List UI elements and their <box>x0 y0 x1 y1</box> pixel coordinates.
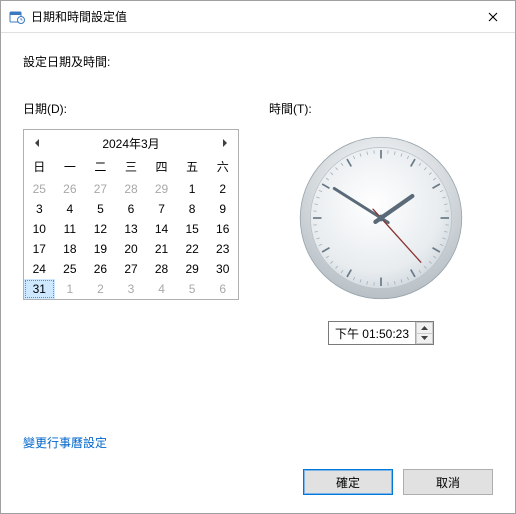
calendar-day[interactable]: 29 <box>146 179 177 199</box>
calendar-day[interactable]: 20 <box>116 239 147 259</box>
cancel-button[interactable]: 取消 <box>403 469 493 495</box>
calendar-dow: 一 <box>55 156 86 179</box>
calendar-day[interactable]: 14 <box>146 219 177 239</box>
footer: 確定 取消 <box>1 469 515 513</box>
calendar-day[interactable]: 8 <box>177 199 208 219</box>
calendar-day[interactable]: 17 <box>24 239 55 259</box>
close-button[interactable] <box>471 2 515 32</box>
time-spinner <box>415 322 433 344</box>
calendar-day[interactable]: 25 <box>24 179 55 199</box>
calendar-day[interactable]: 21 <box>146 239 177 259</box>
content-row: 日期(D): 2024年3月 日一二三四五六252627282912345678… <box>23 100 493 345</box>
time-spin-down[interactable] <box>416 333 433 345</box>
calendar: 2024年3月 日一二三四五六2526272829123456789101112… <box>23 129 239 300</box>
change-calendar-settings-link[interactable]: 變更行事曆設定 <box>23 434 493 451</box>
calendar-header: 2024年3月 <box>24 130 238 156</box>
datetime-icon <box>9 9 25 25</box>
calendar-day[interactable]: 6 <box>116 199 147 219</box>
calendar-day[interactable]: 5 <box>85 199 116 219</box>
calendar-day[interactable]: 28 <box>116 179 147 199</box>
time-input[interactable]: 下午 01:50:23 <box>328 321 434 345</box>
calendar-day[interactable]: 28 <box>146 259 177 279</box>
calendar-grid: 日一二三四五六252627282912345678910111213141516… <box>24 156 238 299</box>
calendar-day[interactable]: 23 <box>207 239 238 259</box>
calendar-day[interactable]: 26 <box>85 259 116 279</box>
titlebar: 日期和時間設定值 <box>1 1 515 33</box>
calendar-day[interactable]: 10 <box>24 219 55 239</box>
dialog-body: 設定日期及時間: 日期(D): 2024年3月 日一二三四五六252627 <box>1 33 515 469</box>
calendar-day[interactable]: 13 <box>116 219 147 239</box>
calendar-day[interactable]: 29 <box>177 259 208 279</box>
calendar-day[interactable]: 2 <box>85 279 116 299</box>
calendar-day[interactable]: 5 <box>177 279 208 299</box>
calendar-dow: 五 <box>177 156 208 179</box>
calendar-day[interactable]: 27 <box>116 259 147 279</box>
calendar-day[interactable]: 26 <box>55 179 86 199</box>
time-spin-up[interactable] <box>416 322 433 333</box>
calendar-day[interactable]: 7 <box>146 199 177 219</box>
analog-clock <box>296 133 466 303</box>
calendar-day[interactable]: 25 <box>55 259 86 279</box>
calendar-day[interactable]: 3 <box>116 279 147 299</box>
calendar-dow: 三 <box>116 156 147 179</box>
calendar-dow: 四 <box>146 156 177 179</box>
calendar-day[interactable]: 19 <box>85 239 116 259</box>
calendar-dow: 日 <box>24 156 55 179</box>
calendar-day[interactable]: 30 <box>207 259 238 279</box>
calendar-day[interactable]: 3 <box>24 199 55 219</box>
calendar-day[interactable]: 1 <box>55 279 86 299</box>
dialog-window: 日期和時間設定值 設定日期及時間: 日期(D): 2024年3月 <box>0 0 516 514</box>
time-value[interactable]: 下午 01:50:23 <box>329 322 415 344</box>
calendar-day[interactable]: 27 <box>85 179 116 199</box>
calendar-day[interactable]: 18 <box>55 239 86 259</box>
calendar-day[interactable]: 16 <box>207 219 238 239</box>
next-month-button[interactable] <box>218 136 232 150</box>
prev-month-button[interactable] <box>30 136 44 150</box>
ok-button[interactable]: 確定 <box>303 469 393 495</box>
time-column: 時間(T): <box>269 100 493 345</box>
calendar-day[interactable]: 9 <box>207 199 238 219</box>
calendar-day[interactable]: 2 <box>207 179 238 199</box>
calendar-dow: 二 <box>85 156 116 179</box>
calendar-day[interactable]: 6 <box>207 279 238 299</box>
date-label: 日期(D): <box>23 100 239 117</box>
date-column: 日期(D): 2024年3月 日一二三四五六252627282912345678… <box>23 100 239 345</box>
set-datetime-label: 設定日期及時間: <box>23 53 493 70</box>
calendar-title[interactable]: 2024年3月 <box>44 135 218 152</box>
calendar-day[interactable]: 31 <box>24 279 55 299</box>
calendar-day[interactable]: 4 <box>55 199 86 219</box>
calendar-day[interactable]: 24 <box>24 259 55 279</box>
calendar-day[interactable]: 11 <box>55 219 86 239</box>
calendar-day[interactable]: 15 <box>177 219 208 239</box>
calendar-day[interactable]: 12 <box>85 219 116 239</box>
time-label: 時間(T): <box>269 100 312 117</box>
calendar-day[interactable]: 1 <box>177 179 208 199</box>
calendar-dow: 六 <box>207 156 238 179</box>
calendar-day[interactable]: 22 <box>177 239 208 259</box>
dialog-title: 日期和時間設定值 <box>31 8 471 25</box>
calendar-day[interactable]: 4 <box>146 279 177 299</box>
